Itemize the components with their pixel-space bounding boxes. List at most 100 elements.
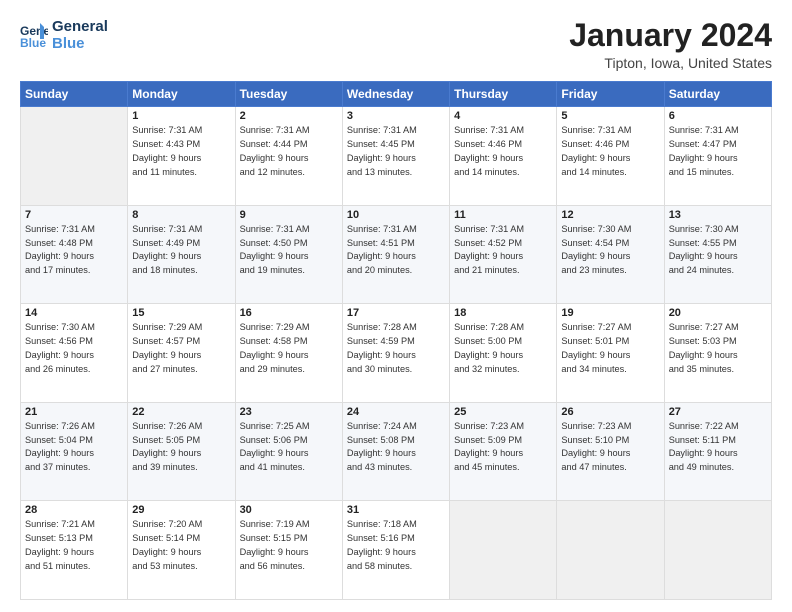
day-cell (557, 501, 664, 600)
day-info: Sunrise: 7:24 AMSunset: 5:08 PMDaylight:… (347, 420, 445, 475)
day-cell: 18 Sunrise: 7:28 AMSunset: 5:00 PMDayligh… (450, 304, 557, 403)
day-info: Sunrise: 7:25 AMSunset: 5:06 PMDaylight:… (240, 420, 338, 475)
day-number: 24 (347, 406, 445, 418)
day-cell: 21 Sunrise: 7:26 AMSunset: 5:04 PMDayligh… (21, 402, 128, 501)
day-header-friday: Friday (557, 82, 664, 107)
day-number: 4 (454, 110, 552, 122)
day-number: 6 (669, 110, 767, 122)
logo-general: General (52, 18, 108, 35)
day-header-row: SundayMondayTuesdayWednesdayThursdayFrid… (21, 82, 772, 107)
day-info: Sunrise: 7:27 AMSunset: 5:01 PMDaylight:… (561, 321, 659, 376)
day-info: Sunrise: 7:28 AMSunset: 4:59 PMDaylight:… (347, 321, 445, 376)
day-info: Sunrise: 7:30 AMSunset: 4:55 PMDaylight:… (669, 223, 767, 278)
day-number: 15 (132, 307, 230, 319)
day-cell: 15 Sunrise: 7:29 AMSunset: 4:57 PMDayligh… (128, 304, 235, 403)
day-info: Sunrise: 7:19 AMSunset: 5:15 PMDaylight:… (240, 518, 338, 573)
day-cell: 8Sunrise: 7:31 AMSunset: 4:49 PMDaylight… (128, 205, 235, 304)
month-title: January 2024 (569, 18, 772, 53)
calendar-table: SundayMondayTuesdayWednesdayThursdayFrid… (20, 81, 772, 600)
day-cell: 25Sunrise: 7:23 AMSunset: 5:09 PMDayligh… (450, 402, 557, 501)
day-header-saturday: Saturday (664, 82, 771, 107)
day-number: 7 (25, 209, 123, 221)
day-number: 16 (240, 307, 338, 319)
day-number: 12 (561, 209, 659, 221)
logo-icon: General Blue (20, 21, 48, 49)
day-info: Sunrise: 7:31 AMSunset: 4:44 PMDaylight:… (240, 124, 338, 179)
day-cell: 29Sunrise: 7:20 AMSunset: 5:14 PMDayligh… (128, 501, 235, 600)
day-number: 30 (240, 504, 338, 516)
day-number: 31 (347, 504, 445, 516)
day-number: 26 (561, 406, 659, 418)
day-number: 27 (669, 406, 767, 418)
day-info: Sunrise: 7:26 AMSunset: 5:05 PMDaylight:… (132, 420, 230, 475)
day-info: Sunrise: 7:26 AMSunset: 5:04 PMDaylight:… (25, 420, 123, 475)
day-cell: 24 Sunrise: 7:24 AMSunset: 5:08 PMDayligh… (342, 402, 449, 501)
day-cell (664, 501, 771, 600)
day-cell: 2 Sunrise: 7:31 AMSunset: 4:44 PMDaylight… (235, 107, 342, 206)
day-number: 3 (347, 110, 445, 122)
day-number: 23 (240, 406, 338, 418)
day-info: Sunrise: 7:31 AMSunset: 4:43 PMDaylight:… (132, 124, 230, 179)
day-info: Sunrise: 7:18 AMSunset: 5:16 PMDaylight:… (347, 518, 445, 573)
day-info: Sunrise: 7:29 AMSunset: 4:57 PMDaylight:… (132, 321, 230, 376)
day-number: 18 (454, 307, 552, 319)
location: Tipton, Iowa, United States (569, 55, 772, 71)
day-info: Sunrise: 7:31 AMSunset: 4:48 PMDaylight:… (25, 223, 123, 278)
day-number: 22 (132, 406, 230, 418)
day-number: 13 (669, 209, 767, 221)
day-info: Sunrise: 7:31 AMSunset: 4:45 PMDaylight:… (347, 124, 445, 179)
header: General Blue General Blue January 2024 T… (20, 18, 772, 71)
day-info: Sunrise: 7:27 AMSunset: 5:03 PMDaylight:… (669, 321, 767, 376)
day-number: 19 (561, 307, 659, 319)
day-number: 2 (240, 110, 338, 122)
day-info: Sunrise: 7:28 AMSunset: 5:00 PMDaylight:… (454, 321, 552, 376)
day-cell: 27Sunrise: 7:22 AMSunset: 5:11 PMDayligh… (664, 402, 771, 501)
day-cell: 4Sunrise: 7:31 AMSunset: 4:46 PMDaylight… (450, 107, 557, 206)
logo-blue: Blue (52, 35, 108, 52)
day-number: 5 (561, 110, 659, 122)
day-number: 1 (132, 110, 230, 122)
day-cell: 17 Sunrise: 7:28 AMSunset: 4:59 PMDayligh… (342, 304, 449, 403)
week-row-2: 7 Sunrise: 7:31 AMSunset: 4:48 PMDaylight… (21, 205, 772, 304)
week-row-5: 28 Sunrise: 7:21 AMSunset: 5:13 PMDayligh… (21, 501, 772, 600)
week-row-3: 14Sunrise: 7:30 AMSunset: 4:56 PMDayligh… (21, 304, 772, 403)
day-cell: 10Sunrise: 7:31 AMSunset: 4:51 PMDayligh… (342, 205, 449, 304)
day-cell: 23 Sunrise: 7:25 AMSunset: 5:06 PMDayligh… (235, 402, 342, 501)
week-row-4: 21 Sunrise: 7:26 AMSunset: 5:04 PMDayligh… (21, 402, 772, 501)
day-header-sunday: Sunday (21, 82, 128, 107)
day-header-wednesday: Wednesday (342, 82, 449, 107)
day-info: Sunrise: 7:23 AMSunset: 5:10 PMDaylight:… (561, 420, 659, 475)
day-number: 29 (132, 504, 230, 516)
day-number: 21 (25, 406, 123, 418)
day-number: 28 (25, 504, 123, 516)
title-block: January 2024 Tipton, Iowa, United States (569, 18, 772, 71)
day-cell: 16 Sunrise: 7:29 AMSunset: 4:58 PMDayligh… (235, 304, 342, 403)
day-cell: 13 Sunrise: 7:30 AMSunset: 4:55 PMDayligh… (664, 205, 771, 304)
day-number: 10 (347, 209, 445, 221)
day-cell (450, 501, 557, 600)
day-cell: 31 Sunrise: 7:18 AMSunset: 5:16 PMDayligh… (342, 501, 449, 600)
day-cell: 22 Sunrise: 7:26 AMSunset: 5:05 PMDayligh… (128, 402, 235, 501)
day-number: 17 (347, 307, 445, 319)
day-info: Sunrise: 7:21 AMSunset: 5:13 PMDaylight:… (25, 518, 123, 573)
day-cell: 3 Sunrise: 7:31 AMSunset: 4:45 PMDaylight… (342, 107, 449, 206)
day-number: 20 (669, 307, 767, 319)
day-cell: 20 Sunrise: 7:27 AMSunset: 5:03 PMDayligh… (664, 304, 771, 403)
day-info: Sunrise: 7:31 AMSunset: 4:49 PMDaylight:… (132, 223, 230, 278)
day-number: 14 (25, 307, 123, 319)
day-number: 25 (454, 406, 552, 418)
day-header-thursday: Thursday (450, 82, 557, 107)
day-header-tuesday: Tuesday (235, 82, 342, 107)
day-cell: 6 Sunrise: 7:31 AMSunset: 4:47 PMDaylight… (664, 107, 771, 206)
day-cell: 30 Sunrise: 7:19 AMSunset: 5:15 PMDayligh… (235, 501, 342, 600)
day-info: Sunrise: 7:31 AMSunset: 4:47 PMDaylight:… (669, 124, 767, 179)
day-cell: 11Sunrise: 7:31 AMSunset: 4:52 PMDayligh… (450, 205, 557, 304)
day-header-monday: Monday (128, 82, 235, 107)
day-info: Sunrise: 7:31 AMSunset: 4:50 PMDaylight:… (240, 223, 338, 278)
day-cell: 5 Sunrise: 7:31 AMSunset: 4:46 PMDaylight… (557, 107, 664, 206)
day-info: Sunrise: 7:29 AMSunset: 4:58 PMDaylight:… (240, 321, 338, 376)
calendar-page: General Blue General Blue January 2024 T… (0, 0, 792, 612)
day-cell (21, 107, 128, 206)
day-number: 11 (454, 209, 552, 221)
day-info: Sunrise: 7:31 AMSunset: 4:46 PMDaylight:… (561, 124, 659, 179)
